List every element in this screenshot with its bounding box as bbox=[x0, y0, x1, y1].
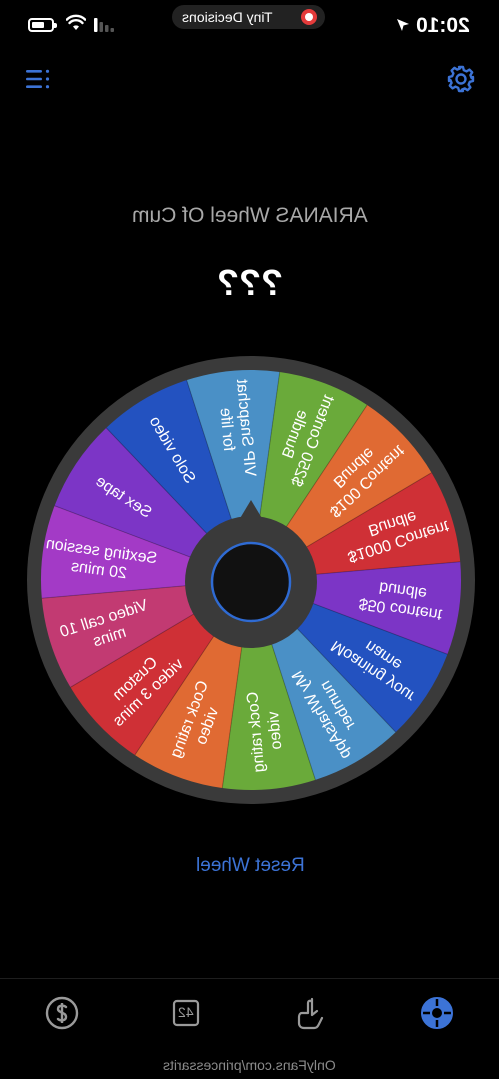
gear-icon[interactable] bbox=[446, 64, 476, 94]
decision-wheel[interactable]: VIP Snapchat for life $250 Content Bundle $1… bbox=[18, 347, 484, 813]
location-arrow-icon bbox=[397, 19, 409, 31]
wifi-icon bbox=[66, 14, 86, 30]
watermark-text: OnlyFans.com/princessarits bbox=[163, 1057, 336, 1073]
reset-wheel-button[interactable]: Reset Wheel bbox=[150, 855, 350, 877]
record-icon bbox=[301, 9, 317, 25]
tab-bar: 42 bbox=[0, 978, 499, 1049]
wheel-segment-label-line: video bbox=[265, 711, 285, 751]
wheel-icon[interactable] bbox=[417, 993, 457, 1033]
battery-icon bbox=[28, 18, 57, 32]
clock-time: 20:10 bbox=[416, 14, 470, 37]
dice-label: 42 bbox=[178, 1004, 194, 1020]
wheel-title: ARIANAS Wheel Of Cum bbox=[131, 204, 368, 227]
spin-button[interactable] bbox=[210, 541, 292, 623]
cellular-signal-icon bbox=[94, 18, 114, 32]
app-name: Tiny Decisions bbox=[182, 9, 273, 25]
status-bar: Tiny Decisions 20:10 bbox=[0, 0, 499, 56]
app-indicator-pill[interactable]: Tiny Decisions bbox=[172, 5, 325, 29]
list-icon[interactable] bbox=[24, 66, 52, 92]
spin-result: ??? bbox=[216, 262, 283, 303]
dollar-coin-icon[interactable] bbox=[42, 993, 82, 1033]
wheel-graphic[interactable]: VIP Snapchatfor life $250 ContentBundle$1… bbox=[18, 347, 484, 813]
dice-tab[interactable]: 42 bbox=[166, 993, 206, 1033]
hand-tap-icon[interactable] bbox=[292, 993, 332, 1033]
